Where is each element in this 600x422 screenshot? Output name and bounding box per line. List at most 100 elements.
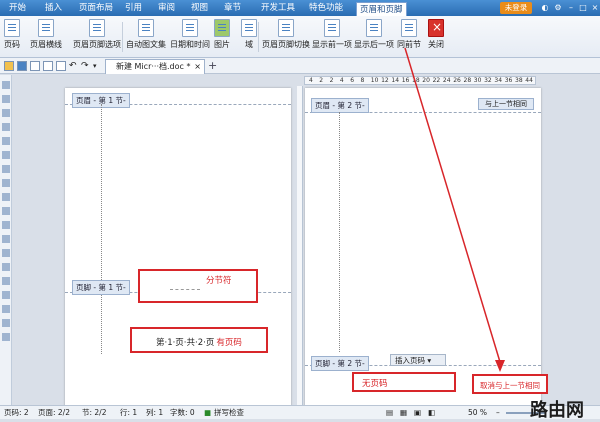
undo-icon[interactable]: ↶ bbox=[69, 61, 79, 71]
page2-header-label: 页眉 - 第 2 节- bbox=[311, 98, 369, 113]
nav-icon[interactable] bbox=[2, 123, 10, 131]
nav-icon[interactable] bbox=[2, 235, 10, 243]
print-preview-icon[interactable] bbox=[43, 61, 53, 71]
restore-icon[interactable]: □ bbox=[578, 3, 588, 13]
close-header-footer-button[interactable]: 关闭 bbox=[428, 19, 444, 55]
spell-check-icon[interactable]: ■ bbox=[204, 406, 211, 419]
nav-icon[interactable] bbox=[2, 319, 10, 327]
tab-review[interactable]: 审阅 bbox=[155, 0, 178, 16]
tab-references[interactable]: 引用 bbox=[122, 0, 145, 16]
show-previous-button[interactable]: 显示前一项 bbox=[312, 19, 352, 55]
picture-button[interactable]: 图片 bbox=[214, 19, 230, 55]
tab-special[interactable]: 特色功能 bbox=[306, 0, 346, 16]
status-bar: 页码: 2 页面: 2/2 节: 2/2 行: 1 列: 1 字数: 0 ■ 拼… bbox=[0, 405, 600, 419]
field-button[interactable]: 域 bbox=[241, 19, 257, 55]
zoom-out-icon[interactable]: – bbox=[496, 406, 500, 419]
switch-header-footer-button[interactable]: 页眉页脚切换 bbox=[262, 19, 310, 55]
open-folder-icon[interactable] bbox=[4, 61, 14, 71]
insert-page-number-button[interactable]: 插入页码 ▾ bbox=[390, 354, 446, 366]
ruler-tick-label: 2 bbox=[329, 77, 334, 84]
status-row[interactable]: 行: 1 bbox=[120, 406, 137, 419]
page-number-button[interactable]: 页码 bbox=[4, 19, 20, 55]
tab-developer[interactable]: 开发工具 bbox=[258, 0, 298, 16]
nav-icon[interactable] bbox=[2, 333, 10, 341]
status-pages[interactable]: 页面: 2/2 bbox=[38, 406, 70, 419]
nav-icon[interactable] bbox=[2, 249, 10, 257]
header-line-label: 页眉横线 bbox=[30, 40, 62, 49]
nav-icon[interactable] bbox=[2, 221, 10, 229]
nav-icon[interactable] bbox=[2, 165, 10, 173]
header-footer-options-button[interactable]: 页眉页脚选项 bbox=[73, 19, 121, 55]
status-zoom[interactable]: 50 % bbox=[468, 406, 487, 419]
view-mode-icon[interactable]: ▤ bbox=[386, 406, 393, 419]
text-boundary bbox=[101, 104, 102, 354]
tab-insert[interactable]: 插入 bbox=[42, 0, 65, 16]
show-next-button[interactable]: 显示后一项 bbox=[354, 19, 394, 55]
vertical-ruler[interactable] bbox=[297, 86, 303, 406]
dropdown-icon[interactable]: ▾ bbox=[93, 61, 103, 71]
switch-icon bbox=[278, 19, 294, 37]
ruler-tick-label: 14 bbox=[391, 77, 400, 84]
ruler-tick-label: 32 bbox=[484, 77, 492, 84]
view-mode-icon[interactable]: ◧ bbox=[428, 406, 435, 419]
nav-icon[interactable] bbox=[2, 179, 10, 187]
settings-icon[interactable]: ⚙ bbox=[553, 3, 563, 13]
tab-close-icon[interactable]: × bbox=[194, 60, 201, 74]
nav-icon[interactable] bbox=[2, 277, 10, 285]
calendar-icon bbox=[182, 19, 198, 37]
view-mode-icon[interactable]: ▦ bbox=[400, 406, 407, 419]
page-number-annotation: 第·1·页·共·2·页 有页码 bbox=[130, 327, 268, 353]
options-label: 页眉页脚选项 bbox=[73, 40, 121, 49]
options-icon bbox=[89, 19, 105, 37]
tab-home[interactable]: 开始 bbox=[6, 0, 29, 16]
tab-page-layout[interactable]: 页面布局 bbox=[76, 0, 116, 16]
page-1[interactable] bbox=[65, 88, 291, 408]
tab-header-footer[interactable]: 页眉和页脚 bbox=[356, 2, 407, 16]
format-painter-icon[interactable] bbox=[56, 61, 66, 71]
login-button[interactable]: 未登录 bbox=[500, 2, 532, 14]
nav-icon[interactable] bbox=[2, 263, 10, 271]
minimize-icon[interactable]: – bbox=[566, 3, 576, 13]
new-tab-button[interactable]: + bbox=[208, 59, 217, 73]
document-tab[interactable]: 新建 Micr···档.doc * × bbox=[105, 59, 205, 74]
ruler-tick-label: 34 bbox=[494, 77, 503, 84]
redo-icon[interactable]: ↷ bbox=[81, 61, 91, 71]
status-spell-check[interactable]: 拼写检查 bbox=[214, 406, 244, 419]
horizontal-ruler[interactable]: 4 2 2 4 6 8 10 12 14 16 18 20 22 24 26 28 30 32 34 36 38 44 bbox=[304, 76, 536, 85]
autotext-label: 自动图文集 bbox=[126, 40, 166, 49]
print-icon[interactable] bbox=[30, 61, 40, 71]
site-watermark: 路由网 bbox=[530, 400, 584, 421]
ruler-tick-label: 44 bbox=[525, 77, 533, 84]
tab-view[interactable]: 视图 bbox=[188, 0, 211, 16]
header-line-button[interactable]: 页眉横线 bbox=[30, 19, 62, 55]
nav-icon[interactable] bbox=[2, 109, 10, 117]
ruler-tick-label: 16 bbox=[401, 77, 410, 84]
view-mode-icon[interactable]: ▣ bbox=[414, 406, 421, 419]
save-icon[interactable] bbox=[17, 61, 27, 71]
link-icon bbox=[401, 19, 417, 37]
ruler-tick-label: 36 bbox=[504, 77, 513, 84]
nav-icon[interactable] bbox=[2, 193, 10, 201]
date-time-label: 日期和时间 bbox=[170, 40, 210, 49]
close-window-icon[interactable]: × bbox=[590, 3, 600, 13]
nav-icon[interactable] bbox=[2, 305, 10, 313]
nav-icon[interactable] bbox=[2, 151, 10, 159]
no-page-number-annotation: 无页码 bbox=[352, 372, 456, 392]
status-col[interactable]: 列: 1 bbox=[146, 406, 163, 419]
nav-icon[interactable] bbox=[2, 81, 10, 89]
status-page-number[interactable]: 页码: 2 bbox=[4, 406, 29, 419]
skin-icon[interactable]: ◐ bbox=[540, 3, 550, 13]
nav-icon[interactable] bbox=[2, 95, 10, 103]
nav-icon[interactable] bbox=[2, 291, 10, 299]
status-words[interactable]: 字数: 0 bbox=[170, 406, 195, 419]
nav-icon[interactable] bbox=[2, 137, 10, 145]
tab-section[interactable]: 章节 bbox=[221, 0, 244, 16]
date-time-button[interactable]: 日期和时间 bbox=[170, 19, 210, 55]
autotext-button[interactable]: 自动图文集 bbox=[126, 19, 166, 55]
ruler-tick-label: 2 bbox=[319, 77, 324, 84]
nav-icon[interactable] bbox=[2, 207, 10, 215]
quick-access-bar: ↶ ↷ ▾ bbox=[0, 58, 600, 74]
status-section[interactable]: 节: 2/2 bbox=[82, 406, 106, 419]
section-break-mark bbox=[170, 289, 200, 290]
same-as-previous-button[interactable]: 同前节 bbox=[397, 19, 421, 55]
